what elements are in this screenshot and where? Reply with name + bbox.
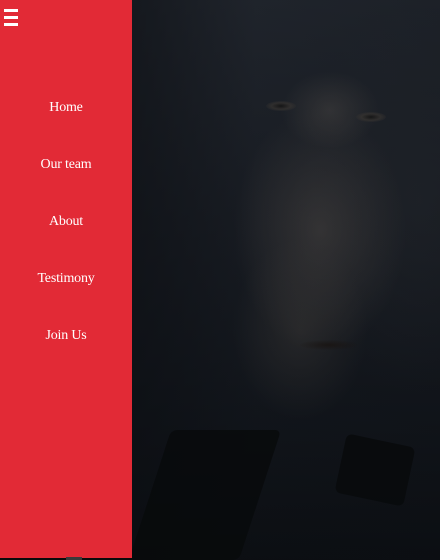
hero-face-mouth	[300, 340, 358, 350]
nav-link-join-us[interactable]: Join Us	[46, 324, 87, 348]
hamburger-line	[4, 23, 18, 26]
nav-item-our-team: Our team	[0, 153, 132, 210]
nav-item-home: Home	[0, 96, 132, 153]
nav-item-about: About	[0, 210, 132, 267]
nav-link-testimony[interactable]: Testimony	[37, 267, 94, 291]
nav-item-join-us: Join Us	[0, 324, 132, 381]
hamburger-line	[4, 9, 18, 12]
nav-link-about[interactable]: About	[49, 210, 83, 234]
sidebar-nav: Home Our team About Testimony Join Us	[0, 0, 132, 558]
hero-face-left-eye	[266, 101, 296, 111]
nav-link-our-team[interactable]: Our team	[41, 153, 92, 177]
nav-menu: Home Our team About Testimony Join Us	[0, 96, 132, 381]
hamburger-line	[4, 16, 18, 19]
hero-face-right-eye	[356, 112, 386, 122]
hamburger-menu-icon[interactable]	[4, 9, 18, 27]
nav-link-home[interactable]: Home	[49, 96, 83, 120]
page: Home Our team About Testimony Join Us	[0, 0, 440, 560]
nav-item-testimony: Testimony	[0, 267, 132, 324]
